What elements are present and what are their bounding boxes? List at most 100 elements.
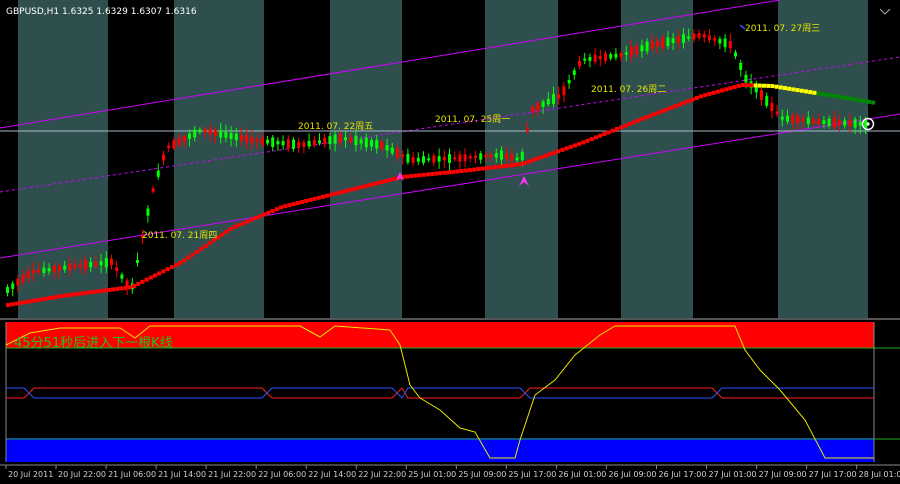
ma-point [48,296,52,300]
annotation-date-label: 2011. 07. 22周五 [298,121,373,132]
candle-body [63,265,67,270]
chevron-down-icon[interactable] [879,8,891,15]
ma-point [304,198,309,203]
x-tick-label: 27 Jul 17:00 [809,470,857,479]
candle-body [604,53,607,61]
ma-point [148,275,153,280]
ma-point [31,298,36,303]
candle-body [671,38,675,44]
ma-point [535,156,540,161]
ma-point [6,303,10,307]
x-tick-label: 27 Jul 09:00 [759,470,807,479]
candle-body [624,52,628,55]
candle-body [812,119,815,124]
channel-lower-line [0,113,900,259]
ma-point [682,100,687,105]
candle-body [281,140,285,146]
candle-body [162,154,165,161]
ma-point [375,181,380,186]
candle-body [791,115,795,124]
candle-body [307,140,311,147]
candle-body [536,102,540,111]
candle-body [588,56,592,61]
ma-point [627,121,632,126]
ma-point [300,200,304,204]
candle-body [245,135,249,143]
ma-point [577,141,582,146]
ma-point [220,232,225,237]
ma-point [153,273,157,278]
ma-point [623,123,628,128]
candle-body [692,33,696,40]
ma-point [484,166,489,171]
candle-body [676,36,680,43]
red-signal-line [6,387,874,399]
ma-point [413,173,418,178]
ma-point [182,258,187,263]
candle-body [177,138,181,146]
ma-point [77,291,82,296]
ma-point [858,98,863,103]
candle-body [728,41,732,49]
candle-body [775,111,779,115]
candle-body [234,133,238,141]
ma-point [539,155,544,160]
trading-chart-window[interactable]: GBPUSD,H1 1.6325 1.6329 1.6307 1.6316 20… [0,0,900,484]
candle-body [848,120,852,127]
candle-body [557,94,561,99]
ma-point [724,87,729,92]
x-tick-label: 26 Jul 09:00 [608,470,656,479]
ma-point [90,290,94,295]
blue-signal-line [6,387,874,399]
session-band [18,0,108,318]
candle-body [203,128,207,133]
ma-point [657,110,661,115]
candle-body [515,157,519,161]
ma-point [426,172,430,177]
ma-point [228,226,233,231]
ma-point [501,164,506,169]
ma-point [350,187,355,192]
ma-point [778,85,783,90]
candle-body [801,118,805,122]
ma-point [459,169,464,174]
candle-body [552,94,555,104]
ma-point [39,297,44,302]
candle-body [198,129,202,133]
candle-body [562,86,566,96]
ma-point [52,295,57,300]
candle-body [437,156,441,162]
candle-body [89,261,93,268]
ma-point [127,285,132,290]
candle-body [739,62,743,71]
ma-point [455,169,460,174]
ma-point [10,302,15,307]
ma-point [132,284,136,288]
ma-point [224,229,229,234]
ma-point [161,269,166,274]
ma-point [715,89,720,94]
pane-separator[interactable] [0,318,900,320]
candle-body [838,120,841,126]
candle-body [765,96,769,106]
ma-point [190,252,195,257]
candlestick-series [6,28,867,297]
ma-point [258,214,262,219]
ma-point [241,221,246,226]
ma-point [531,158,535,163]
candle-body [32,270,35,274]
ma-point [699,94,703,99]
ma-point [837,94,842,99]
candle-body [723,38,727,48]
candle-body [338,133,342,143]
ma-point [808,90,813,95]
candle-body [630,46,633,57]
ma-point [249,217,254,222]
candle-body [484,154,488,158]
ma-point [854,97,859,102]
ma-point [64,293,69,298]
ma-point [354,186,359,191]
candle-body [635,46,639,54]
ma-point [850,97,855,102]
price-chart[interactable]: GBPUSD,H1 1.6325 1.6329 1.6307 1.6316 20… [0,0,900,484]
